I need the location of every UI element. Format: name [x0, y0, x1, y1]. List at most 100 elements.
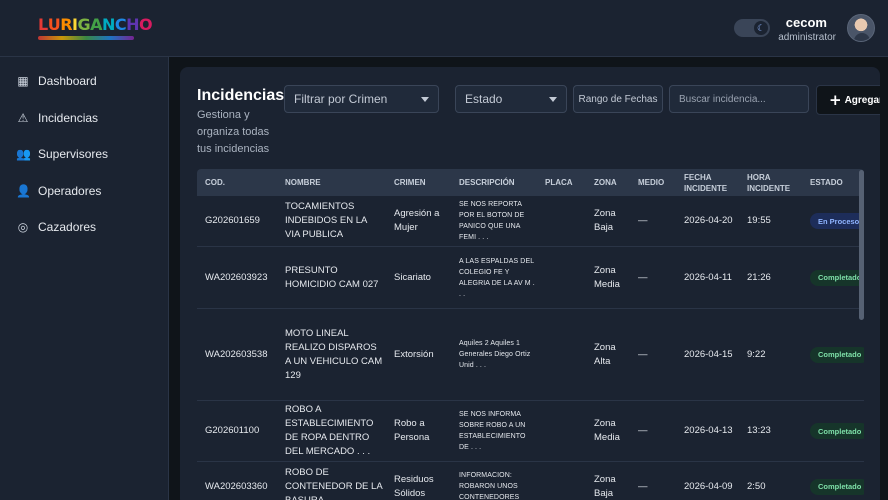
cell-nombre: ROBO A ESTABLECIMIENTO DE ROPA DENTRO DE…	[285, 404, 374, 457]
cell-zona: Zona Media	[594, 418, 620, 443]
table-row[interactable]: WA202603360 ROBO DE CONTENEDOR DE LA BASU…	[197, 462, 864, 500]
page-title: Incidencias	[197, 87, 285, 104]
top-bar: LURIGANCHO ☾ cecom administrator	[0, 0, 888, 57]
cell-nombre: MOTO LINEAL REALIZO DISPAROS A UN VEHICU…	[285, 327, 383, 381]
table-header: COD. NOMBRE CRIMEN DESCRIPCIÓN PLACA ZONA MEDI…	[197, 169, 864, 196]
cell-medio: —	[638, 348, 648, 360]
cell-descripcion: INFORMACION: ROBARON UNOS CONTENEDORES	[459, 472, 520, 500]
search-input[interactable]: Buscar incidencia...	[669, 85, 809, 113]
cell-descripcion: Aquiles 2 Aquiles 1 Generales Diego Orti…	[459, 340, 531, 369]
dashboard-icon: ▦	[17, 74, 29, 88]
cell-medio: —	[638, 271, 648, 283]
sidebar: ▦ Dashboard ⚠ Incidencias 👥 Supervisores…	[0, 57, 169, 500]
cell-cod: G202601100	[205, 425, 260, 436]
cell-zona: Zona Baja	[594, 473, 616, 499]
sidebar-item-label: Cazadores	[38, 220, 97, 234]
column-header[interactable]: MEDIO	[638, 169, 680, 196]
incidents-table: COD. NOMBRE CRIMEN DESCRIPCIÓN PLACA ZONA MEDI…	[197, 169, 864, 500]
sidebar-item-label: Supervisores	[38, 147, 109, 161]
warning-icon: ⚠	[17, 111, 29, 125]
cell-hora: 2:50	[747, 480, 766, 492]
table-row[interactable]: G202601659 TOCAMIENTOS INDEBIDOS EN LA VI…	[197, 196, 864, 247]
cell-nombre: TOCAMIENTOS INDEBIDOS EN LA VIA PUBLICA	[285, 201, 367, 240]
cell-nombre: PRESUNTO HOMICIDIO CAM 027	[285, 264, 379, 290]
date-range-label: Rango de Fechas	[578, 93, 658, 105]
status-badge: Completado	[810, 423, 864, 439]
cell-cod: WA202603538	[205, 348, 268, 360]
cell-hora: 13:23	[747, 425, 771, 436]
cell-fecha: 2026-04-09	[684, 480, 733, 492]
table-row[interactable]: WA202603538 MOTO LINEAL REALIZO DISPAROS …	[197, 309, 864, 401]
status-badge: Completado	[810, 478, 864, 495]
cell-fecha: 2026-04-20	[684, 215, 733, 226]
cell-crimen: Agresión a Mujer	[394, 208, 440, 233]
avatar[interactable]	[847, 14, 875, 42]
column-header[interactable]: COD.	[205, 169, 281, 196]
chevron-down-icon	[549, 97, 557, 102]
cell-nombre: ROBO DE CONTENEDOR DE LA BASURA	[285, 466, 383, 500]
state-filter-select[interactable]: Estado	[455, 85, 567, 113]
chevron-down-icon	[421, 97, 429, 102]
logo-subline	[38, 36, 134, 40]
cell-cod: G202601659	[205, 215, 260, 226]
theme-toggle[interactable]: ☾	[734, 19, 770, 37]
cell-fecha: 2026-04-15	[684, 348, 733, 360]
cell-crimen: Robo a Persona	[394, 418, 430, 443]
cell-fecha: 2026-04-13	[684, 425, 733, 436]
cell-cod: WA202603923	[205, 271, 268, 283]
cell-hora: 21:26	[747, 271, 771, 283]
cell-placa	[545, 309, 584, 400]
logo-wordmark: LURIGANCHO	[38, 15, 153, 34]
sidebar-item-supervisores[interactable]: 👥 Supervisores	[0, 139, 169, 169]
column-header[interactable]: ESTADO	[810, 169, 864, 196]
cell-zona: Zona Alta	[594, 341, 616, 367]
table-scrollbar[interactable]	[859, 170, 864, 320]
cell-fecha: 2026-04-11	[684, 271, 732, 283]
page-subtitle: Gestiona y organiza todas tus incidencia…	[197, 109, 270, 155]
cell-crimen: Sicariato	[394, 271, 431, 283]
sidebar-item-dashboard[interactable]: ▦ Dashboard	[0, 66, 169, 96]
cell-descripcion: SE NOS INFORMA SOBRE ROBO A UN ESTABLECI…	[459, 411, 526, 451]
user-name: cecom	[785, 15, 827, 30]
table-row[interactable]: G202601100 ROBO A ESTABLECIMIENTO DE ROPA…	[197, 401, 864, 462]
column-header[interactable]: FECHA INCIDENTE	[684, 169, 744, 196]
column-header[interactable]: PLACA	[545, 169, 590, 196]
cell-placa	[545, 196, 584, 246]
status-badge: Completado	[810, 269, 864, 286]
cell-hora: 9:22	[747, 348, 766, 360]
cell-cod: WA202603360	[205, 480, 268, 492]
date-range-button[interactable]: Rango de Fechas	[573, 85, 663, 113]
cell-crimen: Extorsión	[394, 348, 434, 360]
cell-placa	[545, 247, 584, 308]
cell-hora: 19:55	[747, 215, 771, 226]
state-filter-label: Estado	[465, 92, 503, 106]
add-incident-button[interactable]: + Agregar	[816, 85, 880, 115]
main-panel: Incidencias Gestiona y organiza todas tu…	[180, 67, 880, 500]
sidebar-item-operadores[interactable]: 👤 Operadores	[0, 176, 169, 206]
cell-medio: —	[638, 215, 648, 226]
cell-medio: —	[638, 480, 648, 492]
column-header[interactable]: CRIMEN	[394, 169, 456, 196]
cell-crimen: Residuos Sólidos	[394, 473, 434, 499]
column-header[interactable]: HORA INCIDENTE	[747, 169, 807, 196]
cell-descripcion: A LAS ESPALDAS DEL COLEGIO FE Y ALEGRIA …	[459, 257, 535, 298]
status-badge: En Proceso	[810, 213, 864, 229]
cell-descripcion: SE NOS REPORTA POR EL BOTON DE PANICO QU…	[459, 201, 525, 241]
column-header[interactable]: NOMBRE	[285, 169, 389, 196]
sidebar-item-label: Operadores	[38, 184, 102, 198]
column-header[interactable]: DESCRIPCIÓN	[459, 169, 541, 196]
logo[interactable]: LURIGANCHO	[38, 16, 153, 44]
plus-icon: +	[829, 91, 842, 109]
table-row[interactable]: WA202603923 PRESUNTO HOMICIDIO CAM 027 Sic…	[197, 247, 864, 309]
cell-zona: Zona Baja	[594, 208, 616, 233]
cell-placa	[545, 401, 584, 461]
crime-filter-select[interactable]: Filtrar por Crimen	[284, 85, 439, 113]
cell-zona: Zona Media	[594, 264, 620, 290]
search-placeholder: Buscar incidencia...	[679, 93, 766, 105]
logo-text: LURIGANCHO	[38, 16, 153, 34]
sidebar-item-label: Dashboard	[38, 74, 97, 88]
sidebar-item-incidencias[interactable]: ⚠ Incidencias	[0, 103, 169, 133]
user-gear-icon: 👤	[16, 184, 31, 198]
sidebar-item-cazadores[interactable]: ◎ Cazadores	[0, 212, 169, 242]
column-header[interactable]: ZONA	[594, 169, 636, 196]
